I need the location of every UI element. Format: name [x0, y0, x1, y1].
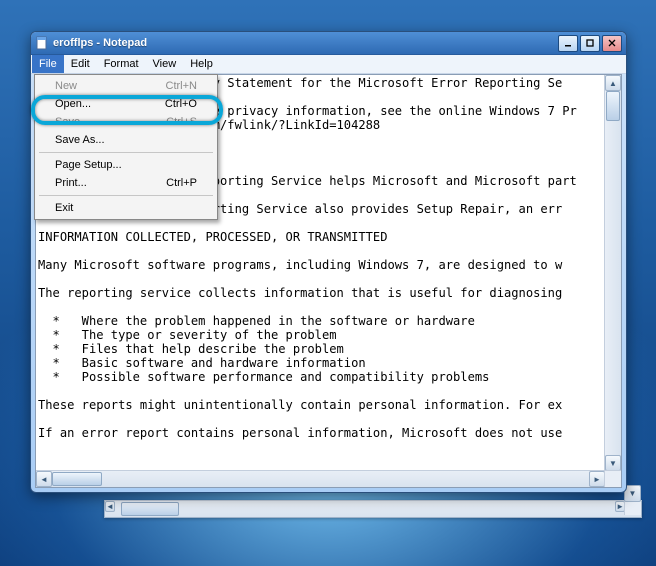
- background-window-scrollbar: ◄ ► ▼: [104, 500, 642, 518]
- menu-item-label: Print...: [55, 177, 166, 189]
- title-bar[interactable]: erofflps - Notepad: [31, 32, 626, 55]
- menu-edit[interactable]: Edit: [64, 55, 97, 73]
- menu-item-save-as[interactable]: Save As...: [37, 131, 215, 149]
- scrollbar-up-icon[interactable]: ▲: [605, 75, 621, 91]
- notepad-window: erofflps - Notepad File Edit Format View…: [30, 31, 627, 493]
- menu-bar: File Edit Format View Help: [31, 55, 626, 74]
- menu-view[interactable]: View: [146, 55, 184, 73]
- scrollbar-down-icon[interactable]: ▼: [605, 455, 621, 471]
- scrollbar-thumb[interactable]: [121, 502, 179, 516]
- scrollbar-right-icon[interactable]: ►: [589, 471, 605, 487]
- desktop: ◄ ► ▼ erofflps - Notepad File Edit Forma…: [0, 0, 656, 566]
- maximize-button[interactable]: [580, 35, 600, 52]
- menu-item-label: New: [55, 80, 166, 92]
- menu-item-label: Page Setup...: [55, 159, 197, 171]
- file-menu-dropdown: NewCtrl+NOpen...Ctrl+OSaveCtrl+SSave As.…: [34, 74, 218, 220]
- menu-item-label: Exit: [55, 202, 197, 214]
- minimize-button[interactable]: [558, 35, 578, 52]
- scrollbar-left-icon[interactable]: ◄: [36, 471, 52, 487]
- menu-help[interactable]: Help: [183, 55, 220, 73]
- window-title: erofflps - Notepad: [53, 37, 558, 49]
- notepad-icon: [35, 36, 49, 50]
- close-button[interactable]: [602, 35, 622, 52]
- menu-item-shortcut: Ctrl+P: [166, 177, 197, 189]
- menu-item-page-setup[interactable]: Page Setup...: [37, 156, 215, 174]
- scrollbar-left-icon[interactable]: ◄: [105, 501, 115, 512]
- menu-item-save: SaveCtrl+S: [37, 113, 215, 131]
- menu-item-label: Save: [55, 116, 166, 128]
- menu-file[interactable]: File: [32, 55, 64, 73]
- menu-format[interactable]: Format: [97, 55, 146, 73]
- scrollbar-corner: [624, 501, 641, 515]
- menu-item-shortcut: Ctrl+O: [165, 98, 197, 110]
- menu-item-print[interactable]: Print...Ctrl+P: [37, 174, 215, 192]
- scrollbar-thumb[interactable]: [52, 472, 102, 486]
- menu-item-label: Save As...: [55, 134, 197, 146]
- menu-item-new: NewCtrl+N: [37, 77, 215, 95]
- vertical-scrollbar[interactable]: ▲ ▼: [604, 75, 621, 471]
- menu-item-label: Open...: [55, 98, 165, 110]
- menu-separator: [39, 152, 213, 153]
- menu-item-shortcut: Ctrl+N: [166, 80, 197, 92]
- menu-item-exit[interactable]: Exit: [37, 199, 215, 217]
- horizontal-scrollbar[interactable]: ◄ ►: [36, 470, 605, 487]
- scrollbar-corner: [604, 470, 621, 487]
- menu-item-shortcut: Ctrl+S: [166, 116, 197, 128]
- menu-separator: [39, 195, 213, 196]
- scrollbar-thumb[interactable]: [606, 91, 620, 121]
- menu-item-open[interactable]: Open...Ctrl+O: [37, 95, 215, 113]
